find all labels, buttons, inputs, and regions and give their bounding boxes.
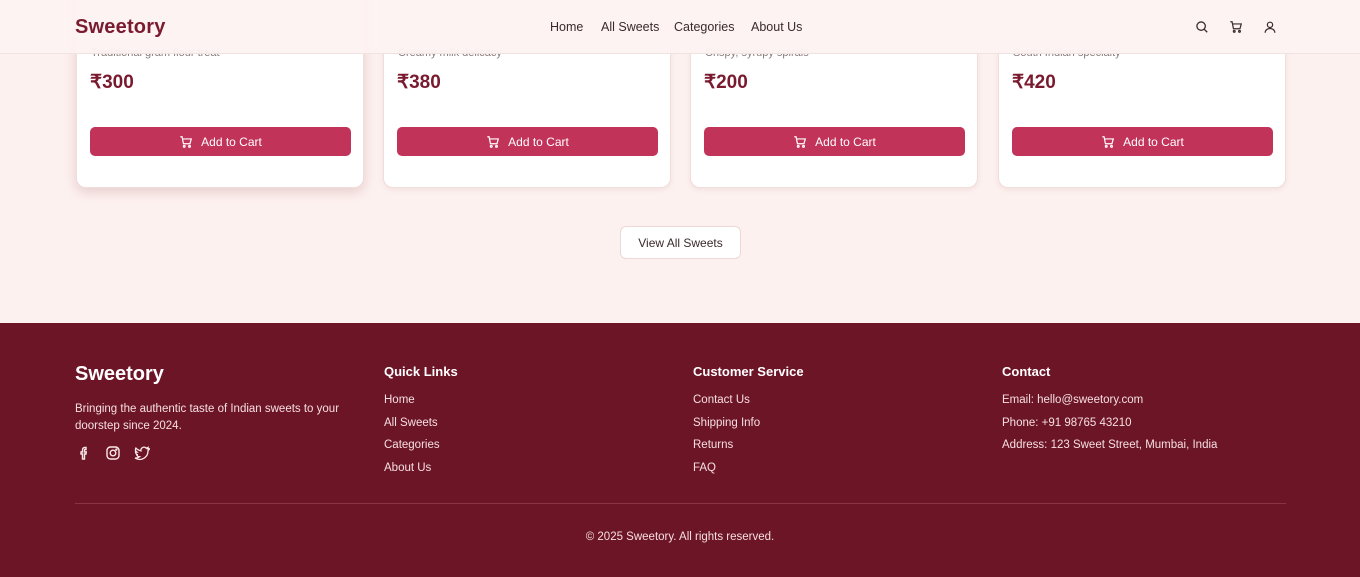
product-price: ₹300 <box>90 72 134 93</box>
add-to-cart-button[interactable]: Add to Cart <box>1012 127 1273 156</box>
add-to-cart-button[interactable]: Add to Cart <box>704 127 965 156</box>
customer-service-heading: Customer Service <box>693 364 804 379</box>
footer-quick-links: Quick Links Home All Sweets Categories A… <box>384 364 458 485</box>
view-all-sweets-button[interactable]: View All Sweets <box>620 226 741 259</box>
nav-categories[interactable]: Categories <box>674 20 734 34</box>
contact-email: Email: hello@sweetory.com <box>1002 394 1144 406</box>
main-nav: Home All Sweets Categories About Us <box>0 20 1360 36</box>
footer-contact: Contact Email: hello@sweetory.com Phone:… <box>1002 364 1217 462</box>
cart-icon <box>180 135 193 148</box>
twitter-icon[interactable] <box>133 444 150 461</box>
footer-link-faq[interactable]: FAQ <box>693 462 716 474</box>
add-to-cart-button[interactable]: Add to Cart <box>397 127 658 156</box>
facebook-icon[interactable] <box>75 444 92 461</box>
footer-divider <box>75 503 1286 504</box>
footer-link-returns[interactable]: Returns <box>693 439 733 451</box>
header-actions <box>1194 19 1278 35</box>
site-footer: Sweetory Bringing the authentic taste of… <box>0 323 1360 577</box>
search-icon[interactable] <box>1194 19 1210 35</box>
footer-logo: Sweetory <box>75 363 164 385</box>
footer-link-shipping-info[interactable]: Shipping Info <box>693 417 760 429</box>
product-price: ₹380 <box>397 72 441 93</box>
add-to-cart-label: Add to Cart <box>815 134 876 149</box>
footer-about-text: Bringing the authentic taste of Indian s… <box>75 403 340 432</box>
contact-phone: Phone: +91 98765 43210 <box>1002 416 1132 429</box>
nav-home[interactable]: Home <box>550 20 583 34</box>
instagram-icon[interactable] <box>104 444 121 461</box>
add-to-cart-label: Add to Cart <box>508 134 569 149</box>
cart-icon <box>1102 135 1115 148</box>
footer-link-all-sweets[interactable]: All Sweets <box>384 417 438 429</box>
quick-links-heading: Quick Links <box>384 364 458 379</box>
add-to-cart-button[interactable]: Add to Cart <box>90 127 351 156</box>
social-links <box>75 444 150 461</box>
footer-link-about-us[interactable]: About Us <box>384 462 431 474</box>
add-to-cart-label: Add to Cart <box>1123 134 1184 149</box>
nav-all-sweets[interactable]: All Sweets <box>601 20 659 34</box>
user-icon[interactable] <box>1262 19 1278 35</box>
footer-link-categories[interactable]: Categories <box>384 439 440 451</box>
cart-icon <box>794 135 807 148</box>
nav-about-us[interactable]: About Us <box>751 20 802 34</box>
add-to-cart-label: Add to Cart <box>201 134 262 149</box>
contact-heading: Contact <box>1002 364 1051 379</box>
product-price: ₹420 <box>1012 72 1056 93</box>
footer-link-contact-us[interactable]: Contact Us <box>693 394 750 406</box>
contact-address: Address: 123 Sweet Street, Mumbai, India <box>1002 439 1218 452</box>
product-price: ₹200 <box>704 72 748 93</box>
cart-icon <box>487 135 500 148</box>
footer-link-home[interactable]: Home <box>384 394 415 406</box>
footer-customer-service: Customer Service Contact Us Shipping Inf… <box>693 364 804 485</box>
copyright-text: © 2025 Sweetory. All rights reserved. <box>585 531 775 543</box>
site-header: Sweetory Home All Sweets Categories Abou… <box>0 0 1360 54</box>
cart-icon[interactable] <box>1228 19 1244 35</box>
